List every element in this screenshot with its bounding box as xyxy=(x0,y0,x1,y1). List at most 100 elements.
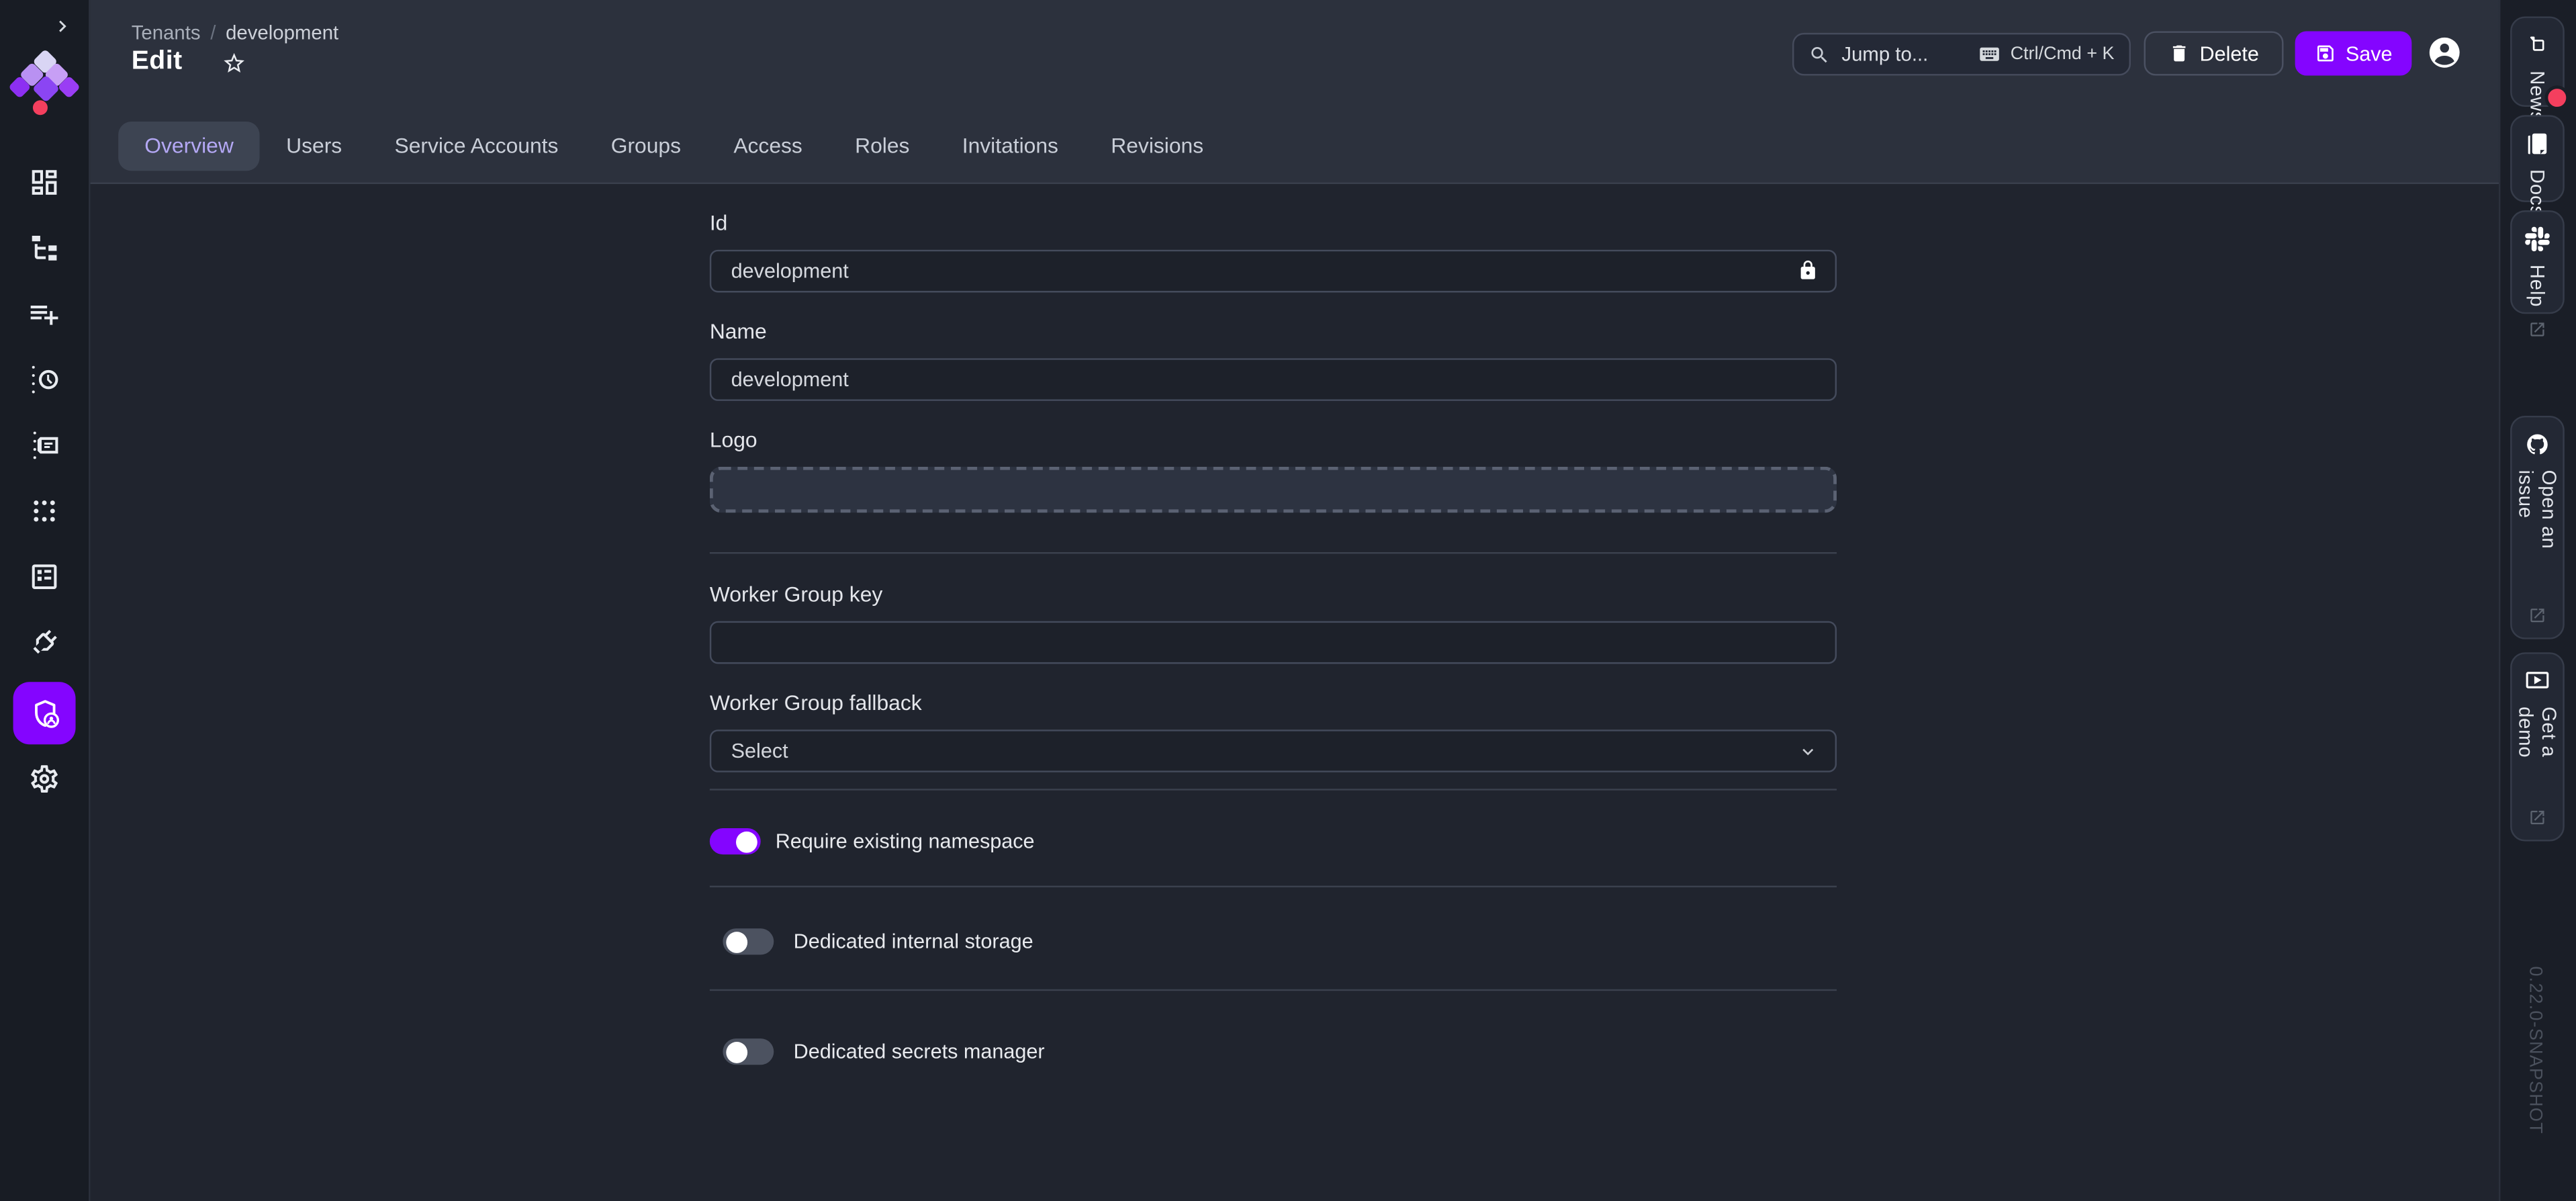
search-icon xyxy=(1808,44,1830,65)
favorite-star-button[interactable] xyxy=(222,50,246,75)
sidebar-item-flows[interactable] xyxy=(28,232,61,265)
dedicated-internal-storage-toggle[interactable] xyxy=(723,928,774,954)
top-bar: Tenants / development Edit Jump to... xyxy=(89,0,2500,110)
sidebar-item-logs[interactable] xyxy=(28,429,61,462)
news-flag-icon xyxy=(2525,33,2550,58)
section-divider xyxy=(710,552,1837,553)
breadcrumb: Tenants / development xyxy=(132,21,338,44)
trash-icon xyxy=(2168,43,2190,64)
external-link-icon xyxy=(2528,607,2546,625)
settings-gear-icon xyxy=(28,762,61,795)
name-field-label: Name xyxy=(710,319,1837,345)
name-field[interactable] xyxy=(710,358,1837,401)
news-button[interactable]: News xyxy=(2510,16,2565,107)
tenant-edit-form: Id Name Logo Worker Group key Worker Gro… xyxy=(710,184,1837,1067)
worker-group-fallback-label: Worker Group fallback xyxy=(710,690,1837,716)
sidebar-item-blueprints[interactable] xyxy=(28,560,61,593)
left-sidebar xyxy=(0,0,91,1201)
jump-to-search[interactable]: Jump to... Ctrl/Cmd + K xyxy=(1792,33,2131,76)
github-icon xyxy=(2525,432,2550,457)
sidebar-expand-button[interactable] xyxy=(51,15,74,38)
toggle-row-require-existing-namespace: Require existing namespace xyxy=(710,827,1837,856)
help-button-label: Help xyxy=(2526,265,2548,307)
worker-group-key-field[interactable] xyxy=(710,621,1837,664)
docs-button[interactable]: Docs xyxy=(2510,115,2565,202)
id-field[interactable] xyxy=(710,250,1837,293)
open-an-issue-button[interactable]: Open an issue xyxy=(2510,416,2565,639)
dashboard-grid-icon xyxy=(28,166,61,199)
id-field-label: Id xyxy=(710,210,1837,236)
logs-timeline-text-icon xyxy=(28,429,61,462)
lock-icon xyxy=(1797,260,1819,281)
dedicated-secrets-manager-toggle[interactable] xyxy=(723,1038,774,1065)
toggle-knob xyxy=(726,931,747,952)
history-clock-icon xyxy=(28,363,61,396)
worker-group-key-label: Worker Group key xyxy=(710,582,1837,608)
breadcrumb-current: development xyxy=(226,21,338,44)
save-button-label: Save xyxy=(2346,42,2393,64)
toggle-label: Dedicated internal storage xyxy=(794,930,1033,953)
account-circle-icon xyxy=(2426,34,2463,71)
external-link-icon xyxy=(2528,320,2546,339)
tab-revisions[interactable]: Revisions xyxy=(1085,121,1230,170)
tabs-bar: Overview Users Service Accounts Groups A… xyxy=(89,108,2500,184)
plugins-plug-icon xyxy=(28,626,61,659)
sidebar-item-executions[interactable] xyxy=(28,298,61,330)
logo-field-label: Logo xyxy=(710,427,1837,453)
docs-book-icon xyxy=(2525,132,2550,157)
chevron-down-icon xyxy=(1797,740,1819,762)
select-value: Select xyxy=(731,740,788,762)
sidebar-item-administration[interactable] xyxy=(13,682,76,744)
docs-button-label: Docs xyxy=(2526,169,2548,216)
shortcut-hint: Ctrl/Cmd + K xyxy=(2011,44,2115,64)
save-button[interactable]: Save xyxy=(2295,31,2412,75)
sidebar-item-plugins[interactable] xyxy=(28,626,61,659)
toggle-label: Require existing namespace xyxy=(776,830,1035,852)
app-version: 0.22.0-SNAPSHOT xyxy=(2525,966,2544,1201)
slack-icon xyxy=(2525,227,2550,252)
kestra-logo[interactable] xyxy=(11,48,77,117)
tab-users[interactable]: Users xyxy=(260,121,368,170)
section-divider xyxy=(710,789,1837,790)
get-a-demo-button[interactable]: Get a demo xyxy=(2510,652,2565,841)
delete-button[interactable]: Delete xyxy=(2144,31,2284,75)
jump-to-label: Jump to... xyxy=(1841,43,1977,66)
tab-invitations[interactable]: Invitations xyxy=(936,121,1085,170)
sidebar-item-settings[interactable] xyxy=(28,762,61,795)
logo-upload-dropzone[interactable] xyxy=(710,467,1837,513)
chevron-right-icon xyxy=(51,15,74,38)
toggle-row-dedicated-secrets-manager: Dedicated secrets manager xyxy=(710,1037,1837,1067)
tab-overview[interactable]: Overview xyxy=(118,121,260,170)
demo-screen-play-icon xyxy=(2525,669,2550,694)
section-divider xyxy=(710,989,1837,991)
right-sidebar: News Docs Help xyxy=(2499,0,2576,1201)
toggle-knob xyxy=(726,1041,747,1063)
tab-service-accounts[interactable]: Service Accounts xyxy=(368,121,584,170)
administration-shield-account-icon xyxy=(27,696,61,730)
sidebar-item-history[interactable] xyxy=(28,363,61,396)
help-button[interactable]: Help xyxy=(2510,210,2565,314)
flows-tree-icon xyxy=(28,232,61,265)
tab-groups[interactable]: Groups xyxy=(585,121,708,170)
sidebar-item-dashboard[interactable] xyxy=(28,166,61,199)
content-area: Id Name Logo Worker Group key Worker Gro… xyxy=(89,184,2500,1201)
require-existing-namespace-toggle[interactable] xyxy=(710,828,761,854)
open-an-issue-button-label: Open an issue xyxy=(2514,470,2560,593)
sidebar-item-namespaces[interactable] xyxy=(28,494,61,527)
breadcrumb-parent[interactable]: Tenants xyxy=(132,21,201,44)
toggle-row-dedicated-internal-storage: Dedicated internal storage xyxy=(710,927,1837,957)
tab-roles[interactable]: Roles xyxy=(829,121,936,170)
app-root: Tenants / development Edit Jump to... xyxy=(0,0,2576,1201)
executions-list-plus-icon xyxy=(28,298,61,330)
user-avatar[interactable] xyxy=(2426,34,2463,71)
tab-access[interactable]: Access xyxy=(707,121,829,170)
keyboard-icon xyxy=(1978,43,2000,66)
blueprints-list-box-icon xyxy=(28,560,61,593)
delete-button-label: Delete xyxy=(2200,42,2259,64)
get-a-demo-button-label: Get a demo xyxy=(2514,707,2560,795)
notification-dot xyxy=(2544,85,2569,110)
section-divider xyxy=(710,886,1837,887)
namespaces-dots-icon xyxy=(28,494,61,527)
save-icon xyxy=(2314,43,2336,64)
worker-group-fallback-select[interactable]: Select xyxy=(710,729,1837,772)
